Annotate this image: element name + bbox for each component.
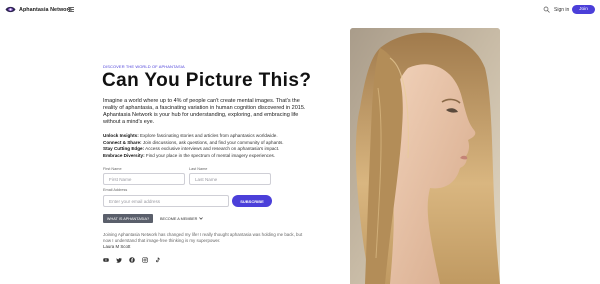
join-button[interactable]: Join (572, 5, 595, 14)
last-name-placeholder: Last Name (195, 176, 218, 182)
hero-intro: Imagine a world where up to 4% of people… (103, 98, 306, 125)
become-member-button[interactable]: BECOME A MEMBER (160, 214, 204, 223)
first-name-placeholder: First Name (109, 176, 132, 182)
feature-title: Connect & Share: (103, 139, 142, 145)
feature-item: Embrace Diversity: Find your place in th… (103, 153, 313, 160)
feature-text: Find your place in the spectrum of menta… (145, 152, 276, 158)
portrait-illustration (350, 28, 500, 284)
chevron-down-icon (199, 217, 204, 220)
feature-title: Stay Cutting Edge: (103, 146, 145, 151)
facebook-icon[interactable] (129, 257, 135, 263)
hero-portrait-image (350, 28, 500, 284)
email-label: Email Address (103, 188, 128, 192)
last-name-field[interactable]: Last Name (189, 173, 271, 185)
testimonial-quote: Joining Aphantasia Network has changed m… (103, 232, 303, 243)
email-field[interactable]: Enter your email address (103, 195, 229, 207)
hero-eyebrow: DISCOVER THE WORLD OF APHANTASIA (103, 64, 185, 69)
search-icon[interactable] (543, 6, 550, 13)
feature-text: Explore fascinating stories and articles… (140, 133, 278, 138)
testimonial-author: Laura M Scott (103, 244, 131, 249)
page-title: Can You Picture This? (102, 70, 312, 91)
brand-name: Aphantasia Network (19, 6, 72, 13)
hamburger-menu-icon[interactable] (68, 7, 74, 12)
youtube-icon[interactable] (103, 257, 109, 263)
brand-logo[interactable]: Aphantasia Network (5, 5, 72, 14)
tiktok-icon[interactable] (155, 257, 161, 263)
feature-list: Unlock Insights: Explore fascinating sto… (103, 133, 313, 159)
twitter-icon[interactable] (116, 257, 122, 263)
last-name-label: Last Name (189, 167, 208, 171)
first-name-label: First Name (103, 167, 122, 171)
signin-link[interactable]: Sign in (554, 7, 569, 13)
instagram-icon[interactable] (142, 257, 148, 263)
subscribe-button[interactable]: SUBSCRIBE (232, 195, 272, 207)
what-is-aphantasia-button[interactable]: WHAT IS APHANTASIA? (103, 214, 153, 223)
feature-text: Join discussions, ask questions, and fin… (142, 139, 284, 145)
first-name-field[interactable]: First Name (103, 173, 185, 185)
feature-title: Unlock Insights: (103, 133, 139, 138)
social-links (103, 257, 161, 263)
top-navigation: Aphantasia Network Sign in Join (0, 0, 600, 20)
feature-title: Embrace Diversity: (103, 152, 145, 158)
eye-logo-icon (5, 6, 16, 13)
become-member-label: BECOME A MEMBER (160, 216, 198, 221)
email-placeholder: Enter your email address (109, 198, 161, 204)
feature-text: Access exclusive interviews and research… (145, 146, 280, 151)
